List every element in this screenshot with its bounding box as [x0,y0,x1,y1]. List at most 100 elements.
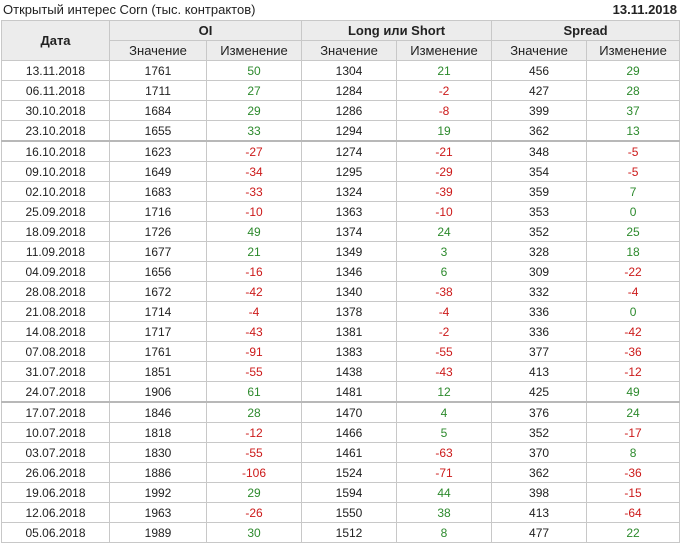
cell-spread-value: 377 [491,341,588,362]
cell-oi-value: 1623 [109,140,207,162]
cell-oi-change: 29 [205,100,303,121]
group-header-spread: Spread [491,20,680,41]
cell-date: 24.07.2018 [1,381,110,403]
cell-ls-value: 1286 [301,100,398,121]
cell-ls-change: -29 [396,161,493,182]
cell-spread-change: 0 [586,301,680,322]
cell-oi-value: 1684 [109,100,207,121]
cell-spread-value: 413 [491,502,588,523]
cell-date: 28.08.2018 [1,281,110,302]
col-header-spread-value: Значение [491,40,588,61]
cell-oi-value: 1989 [109,522,207,543]
cell-oi-value: 1851 [109,361,207,382]
cell-ls-value: 1378 [301,301,398,322]
cell-spread-change: 24 [586,401,680,423]
cell-ls-value: 1383 [301,341,398,362]
cell-spread-value: 309 [491,261,588,282]
table-row: 04.09.2018 1656 -16 1346 6 309 -22 [1,261,680,282]
cell-date: 23.10.2018 [1,120,110,142]
cell-ls-change: -43 [396,361,493,382]
cell-spread-change: -4 [586,281,680,302]
cell-oi-value: 1655 [109,120,207,142]
cell-oi-change: 30 [205,522,303,543]
cell-oi-value: 1677 [109,241,207,262]
cell-ls-value: 1470 [301,401,398,423]
cell-ls-change: -8 [396,100,493,121]
cell-spread-value: 328 [491,241,588,262]
cell-date: 09.10.2018 [1,161,110,182]
cell-date: 17.07.2018 [1,401,110,423]
cell-spread-value: 332 [491,281,588,302]
cell-date: 07.08.2018 [1,341,110,362]
cell-spread-change: 49 [586,381,680,403]
cell-date: 11.09.2018 [1,241,110,262]
table-row: 02.10.2018 1683 -33 1324 -39 359 7 [1,181,680,202]
cell-ls-change: 4 [396,401,493,423]
cell-oi-change: -27 [205,140,303,162]
table-row: 07.08.2018 1761 -91 1383 -55 377 -36 [1,341,680,362]
cell-oi-value: 1818 [109,422,207,443]
cell-oi-change: -55 [205,442,303,463]
cell-spread-change: 7 [586,181,680,202]
table-row: 18.09.2018 1726 49 1374 24 352 25 [1,221,680,242]
cell-ls-change: 44 [396,482,493,503]
table-row: 10.07.2018 1818 -12 1466 5 352 -17 [1,422,680,443]
cell-spread-value: 370 [491,442,588,463]
cell-ls-change: 21 [396,60,493,81]
cell-date: 03.07.2018 [1,442,110,463]
cell-spread-value: 348 [491,140,588,162]
cell-spread-change: 29 [586,60,680,81]
cell-ls-value: 1363 [301,201,398,222]
table-row: 28.08.2018 1672 -42 1340 -38 332 -4 [1,281,680,302]
cell-spread-value: 477 [491,522,588,543]
table-row: 19.06.2018 1992 29 1594 44 398 -15 [1,482,680,503]
table-row: 11.09.2018 1677 21 1349 3 328 18 [1,241,680,262]
cell-spread-value: 456 [491,60,588,81]
cell-spread-change: -22 [586,261,680,282]
cell-oi-value: 1714 [109,301,207,322]
cell-ls-value: 1274 [301,140,398,162]
cell-oi-value: 1963 [109,502,207,523]
cell-oi-value: 1672 [109,281,207,302]
cell-oi-change: 61 [205,381,303,403]
table-body: 13.11.2018 1761 50 1304 21 456 29 06.11.2018 171… [1,60,680,543]
cell-oi-change: -26 [205,502,303,523]
cell-oi-change: -4 [205,301,303,322]
cell-spread-value: 413 [491,361,588,382]
cell-ls-value: 1438 [301,361,398,382]
cell-oi-value: 1717 [109,321,207,342]
table-row: 05.06.2018 1989 30 1512 8 477 22 [1,522,680,543]
table-row: 31.07.2018 1851 -55 1438 -43 413 -12 [1,361,680,382]
col-header-ls-value: Значение [301,40,398,61]
cell-oi-change: -55 [205,361,303,382]
cell-ls-change: -4 [396,301,493,322]
cell-spread-value: 427 [491,80,588,101]
group-header-oi: OI [108,20,303,41]
cell-ls-change: -38 [396,281,493,302]
table-row: 13.11.2018 1761 50 1304 21 456 29 [1,60,680,81]
open-interest-table: Дата OI Long или Short Spread Значение И… [1,20,680,543]
cell-ls-change: 6 [396,261,493,282]
cell-ls-value: 1284 [301,80,398,101]
table-row: 17.07.2018 1846 28 1470 4 376 24 [1,401,680,423]
cell-oi-value: 1846 [109,401,207,423]
cell-spread-value: 398 [491,482,588,503]
cell-oi-value: 1716 [109,201,207,222]
cell-oi-change: -91 [205,341,303,362]
cell-ls-change: 5 [396,422,493,443]
cell-spread-value: 362 [491,462,588,483]
cell-oi-change: 27 [205,80,303,101]
cell-oi-value: 1906 [109,381,207,403]
cell-ls-value: 1346 [301,261,398,282]
col-header-oi-value: Значение [109,40,207,61]
cell-spread-value: 336 [491,301,588,322]
cell-date: 13.11.2018 [1,60,110,81]
cell-oi-change: 28 [205,401,303,423]
col-header-ls-change: Изменение [396,40,493,61]
table-row: 16.10.2018 1623 -27 1274 -21 348 -5 [1,140,680,162]
cell-oi-value: 1886 [109,462,207,483]
cell-spread-change: -42 [586,321,680,342]
header-bar: Открытый интерес Corn (тыс. контрактов) … [0,0,680,20]
cell-ls-value: 1304 [301,60,398,81]
cell-ls-change: 3 [396,241,493,262]
